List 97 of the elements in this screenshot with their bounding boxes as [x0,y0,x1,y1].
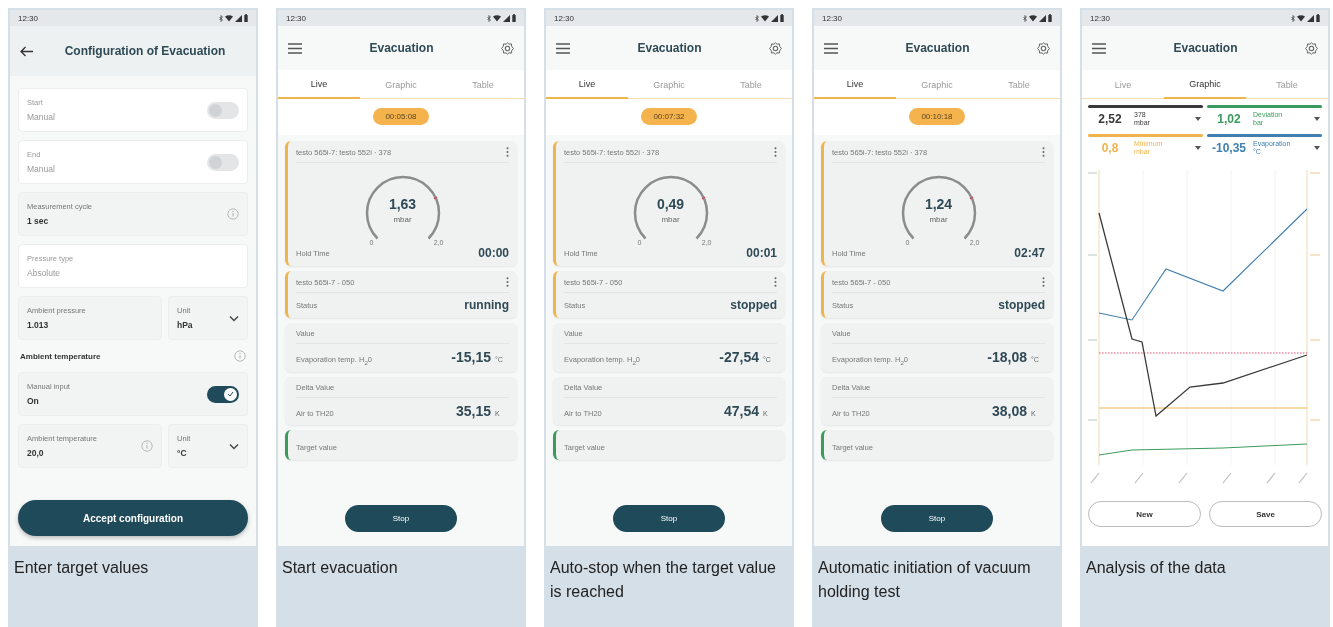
settings-icon[interactable] [1305,41,1318,55]
battery-icon [244,14,248,22]
reading-value: -18,08 [987,349,1027,365]
reading-value: 35,15 [455,402,491,419]
menu-icon[interactable] [1092,42,1106,54]
bluetooth-icon [1023,14,1027,22]
status-value: stopped [730,298,777,312]
action-button[interactable]: Save [1209,501,1322,527]
status-value: running [464,298,509,312]
screen-title: Evacuation [636,41,703,55]
caption-text: Start evacuation [281,558,399,578]
chevron-down-icon[interactable] [229,442,239,450]
signal-icon [235,14,242,22]
check-icon [227,391,234,397]
field-value: 1.013 [27,320,50,330]
caption-text: Analysis of the data [1085,558,1227,578]
timer-badge: 00:07:32 [641,108,697,125]
dropdown-caret-icon[interactable] [1314,117,1320,121]
hold-time: 02:47 [1014,246,1045,260]
menu-icon[interactable] [824,42,838,54]
legend-value: -10,35 [1211,141,1247,155]
section-heading: Ambient temperature [20,351,101,361]
more-options-icon[interactable] [506,277,509,287]
signal-icon [1307,14,1314,22]
battery-icon [1316,14,1320,22]
hold-time: 00:01 [746,246,777,260]
screen-title: Evacuation [368,41,435,55]
more-options-icon[interactable] [506,147,509,157]
bluetooth-icon [1291,14,1295,22]
timer-badge: 00:05:08 [373,108,429,125]
status-time: 12:30 [554,13,575,23]
signal-icon [1039,14,1046,22]
settings-icon[interactable] [1037,41,1050,55]
gauge-unit: mbar [393,215,412,224]
wifi-icon [493,14,501,22]
hold-time: 00:00 [478,246,509,260]
screen-title: Evacuation [904,41,971,55]
menu-icon[interactable] [556,42,570,54]
dropdown-caret-icon[interactable] [1195,146,1201,150]
battery-icon [1048,14,1052,22]
caption-text: Enter target values [13,558,150,578]
status-time: 12:30 [1090,13,1111,23]
gauge-value: 1,63 [388,196,417,212]
caption-text: Automatic initiation of vacuum holding test [817,558,1032,602]
toggle-switch[interactable] [207,385,239,403]
legend-value: 1,02 [1216,112,1242,126]
wifi-icon [1297,14,1305,22]
bluetooth-icon [219,14,223,22]
settings-icon[interactable] [769,41,782,55]
reading-value: -15,15 [451,349,491,365]
stop-button[interactable]: Stop [881,505,993,532]
caption-text: Auto-stop when the target value is reached [549,558,777,602]
wifi-icon [1029,14,1037,22]
screen-title: Configuration of Evacuation [63,44,227,58]
action-button[interactable]: New [1088,501,1201,527]
signal-icon [503,14,510,22]
reading-value: 38,08 [991,402,1027,419]
reading-value: -27,54 [719,349,759,365]
wifi-icon [225,14,233,22]
more-options-icon[interactable] [774,147,777,157]
more-options-icon[interactable] [1042,147,1045,157]
gauge-value: 0,49 [656,196,685,212]
gauge-unit: mbar [661,215,680,224]
timer-badge: 00:10:18 [909,108,965,125]
status-time: 12:30 [822,13,843,23]
legend-value: 2,52 [1097,112,1123,126]
bluetooth-icon [755,14,759,22]
gauge-value: 1,24 [924,196,953,212]
status-time: 12:30 [18,13,39,23]
status-time: 12:30 [286,13,307,23]
battery-icon [512,14,516,22]
stop-button[interactable]: Stop [613,505,725,532]
field-value: 20,0 [27,448,45,458]
status-value: stopped [998,298,1045,312]
field-value: °C [177,448,188,458]
menu-icon[interactable] [288,42,302,54]
more-options-icon[interactable] [1042,277,1045,287]
field-value: Absolute [27,268,62,278]
battery-icon [780,14,784,22]
chevron-down-icon[interactable] [229,314,239,322]
signal-icon [771,14,778,22]
screen-title: Evacuation [1172,41,1239,55]
field-value: 1 sec [27,216,50,226]
settings-icon[interactable] [501,41,514,55]
wifi-icon [761,14,769,22]
field-value: hPa [177,320,193,330]
more-options-icon[interactable] [774,277,777,287]
stop-button[interactable]: Stop [345,505,457,532]
bluetooth-icon [487,14,491,22]
back-arrow-icon[interactable] [20,45,34,57]
accept-button[interactable]: Accept configuration [18,500,248,536]
legend-value: 0,8 [1100,141,1120,155]
reading-value: 47,54 [723,402,759,419]
dropdown-caret-icon[interactable] [1314,146,1320,150]
gauge-unit: mbar [929,215,948,224]
dropdown-caret-icon[interactable] [1195,117,1201,121]
field-value: On [27,396,40,406]
